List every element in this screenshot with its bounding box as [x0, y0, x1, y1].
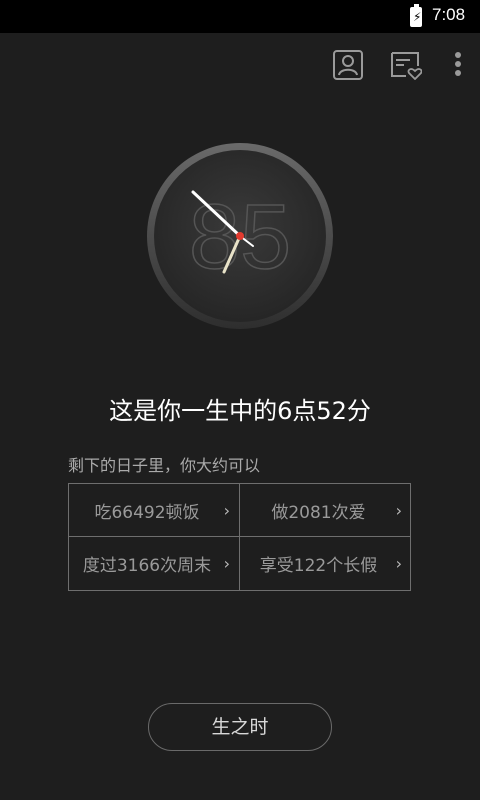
stat-label: 度过3166次周末 — [82, 556, 212, 576]
message-heart-icon[interactable] — [390, 50, 423, 81]
clock-center-dot — [236, 232, 244, 240]
birth-time-button[interactable]: 生之时 — [148, 703, 332, 751]
chevron-right-icon: › — [395, 554, 402, 573]
battery-charging-icon: ⚡ — [410, 4, 422, 27]
stat-cell-weekends[interactable]: 度过3166次周末 › — [69, 537, 240, 590]
status-time: 7:08 — [432, 5, 466, 24]
analog-clock: 85 — [146, 142, 334, 330]
stat-cell-love[interactable]: 做2081次爱 › — [240, 484, 411, 537]
chevron-right-icon: › — [223, 501, 230, 520]
stat-label: 享受122个长假 — [259, 556, 378, 576]
stat-cell-meals[interactable]: 吃66492顿饭 › — [69, 484, 240, 537]
status-bar: ⚡ 7:08 — [0, 0, 480, 33]
chevron-right-icon: › — [395, 501, 402, 520]
chevron-right-icon: › — [223, 554, 230, 573]
stat-cell-vacations[interactable]: 享受122个长假 › — [240, 537, 411, 590]
stat-label: 吃66492顿饭 — [94, 502, 200, 523]
stats-grid: 吃66492顿饭 › 做2081次爱 › 度过3166次周末 › 享受122个长… — [68, 483, 411, 591]
more-vertical-icon[interactable] — [451, 50, 465, 80]
person-card-icon[interactable] — [333, 50, 363, 80]
stat-label: 做2081次爱 — [271, 502, 366, 523]
subtitle: 剩下的日子里，你大约可以 — [68, 456, 261, 475]
headline: 这是你一生中的6点52分 — [109, 397, 371, 425]
